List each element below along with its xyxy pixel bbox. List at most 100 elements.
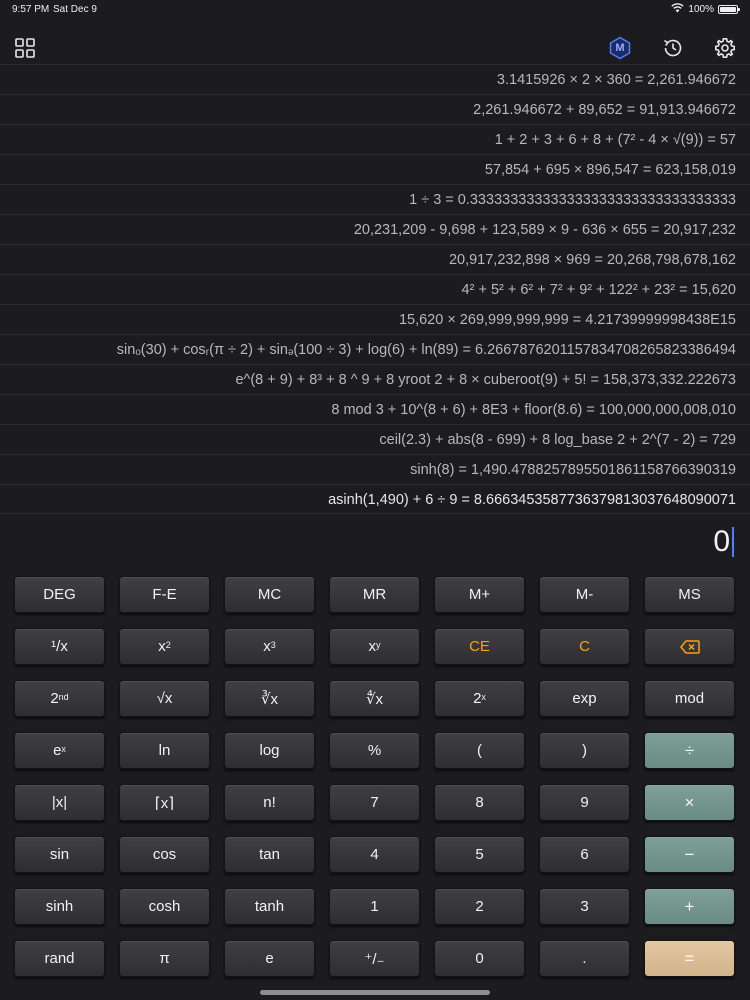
battery-icon bbox=[718, 5, 740, 14]
decimal-button[interactable]: . bbox=[539, 940, 630, 977]
history-entry[interactable]: asinh(1,490) + 6 ÷ 9 = 8.666345358773637… bbox=[0, 484, 750, 514]
sinh-button[interactable]: sinh bbox=[14, 888, 105, 925]
abs-button[interactable]: |x| bbox=[14, 784, 105, 821]
power-label: x bbox=[368, 638, 377, 655]
clear-entry-button[interactable]: CE bbox=[434, 628, 525, 665]
two-power-button[interactable]: 2x bbox=[434, 680, 525, 717]
cosh-button[interactable]: cosh bbox=[119, 888, 210, 925]
tan-button[interactable]: tan bbox=[224, 836, 315, 873]
history-entry[interactable]: sinh(8) = 1,490.478825789550186115876639… bbox=[0, 454, 750, 484]
divide-button[interactable]: ÷ bbox=[644, 732, 735, 769]
cube-sup: 3 bbox=[270, 639, 276, 650]
memory-label: M bbox=[615, 42, 625, 54]
euler-button[interactable]: e bbox=[224, 940, 315, 977]
two-power-label: 2 bbox=[473, 690, 482, 707]
yroot-button[interactable]: ∜x bbox=[329, 680, 420, 717]
multiply-button[interactable]: × bbox=[644, 784, 735, 821]
digit-7-button[interactable]: 7 bbox=[329, 784, 420, 821]
history-entry[interactable]: 8 mod 3 + 10^(8 + 6) + 8E3 + floor(8.6) … bbox=[0, 394, 750, 424]
power-sup: y bbox=[376, 639, 381, 650]
cos-button[interactable]: cos bbox=[119, 836, 210, 873]
status-time: 9:57 PM bbox=[12, 4, 50, 15]
display-value: 0 bbox=[713, 525, 730, 558]
cbrt-button[interactable]: ∛x bbox=[224, 680, 315, 717]
text-caret bbox=[732, 527, 734, 557]
history-entry[interactable]: 1 + 2 + 3 + 6 + 8 + (7² - 4 × √(9)) = 57 bbox=[0, 124, 750, 154]
ln-button[interactable]: ln bbox=[119, 732, 210, 769]
digit-2-button[interactable]: 2 bbox=[434, 888, 525, 925]
history-entry[interactable]: 4² + 5² + 6² + 7² + 9² + 122² + 23² = 15… bbox=[0, 274, 750, 304]
memory-recall-button[interactable]: MR bbox=[329, 576, 420, 613]
grid-icon[interactable] bbox=[12, 35, 38, 61]
e-power-label: e bbox=[53, 742, 62, 759]
history-entry[interactable]: 15,620 × 269,999,999,999 = 4.21739999998… bbox=[0, 304, 750, 334]
square-button[interactable]: x2 bbox=[119, 628, 210, 665]
e-power-button[interactable]: ex bbox=[14, 732, 105, 769]
status-date: Sat Dec 9 bbox=[53, 4, 97, 15]
percent-button[interactable]: % bbox=[329, 732, 420, 769]
history-entry[interactable]: e^(8 + 9) + 8³ + 8 ^ 9 + 8 yroot 2 + 8 ×… bbox=[0, 364, 750, 394]
digit-8-button[interactable]: 8 bbox=[434, 784, 525, 821]
result-display: 0 bbox=[713, 522, 734, 562]
wifi-icon bbox=[671, 3, 685, 16]
status-right: 100% bbox=[671, 3, 740, 16]
left-paren-button[interactable]: ( bbox=[434, 732, 525, 769]
digit-4-button[interactable]: 4 bbox=[329, 836, 420, 873]
history-entry[interactable]: ceil(2.3) + abs(8 - 699) + 8 log_base 2 … bbox=[0, 424, 750, 454]
memory-icon[interactable]: M bbox=[607, 35, 633, 61]
second-label: 2 bbox=[50, 690, 59, 707]
history-entry[interactable]: sinₒ(30) + cosᵣ(π ÷ 2) + sinₔ(100 ÷ 3) +… bbox=[0, 334, 750, 364]
reciprocal-button[interactable]: ¹/x bbox=[14, 628, 105, 665]
history-entry[interactable]: 20,231,209 - 9,698 + 123,589 × 9 - 636 ×… bbox=[0, 214, 750, 244]
factorial-button[interactable]: n! bbox=[224, 784, 315, 821]
minus-button[interactable]: − bbox=[644, 836, 735, 873]
two-power-sup: x bbox=[481, 691, 486, 702]
digit-1-button[interactable]: 1 bbox=[329, 888, 420, 925]
rand-button[interactable]: rand bbox=[14, 940, 105, 977]
e-power-sup: x bbox=[61, 743, 66, 754]
cube-label: x bbox=[263, 638, 271, 655]
floor-button[interactable]: ⌈x⌉ bbox=[119, 784, 210, 821]
fe-button[interactable]: F-E bbox=[119, 576, 210, 613]
sign-toggle-button[interactable]: ⁺/₋ bbox=[329, 940, 420, 977]
mod-button[interactable]: mod bbox=[644, 680, 735, 717]
backspace-icon bbox=[679, 639, 700, 654]
memory-add-button[interactable]: M+ bbox=[434, 576, 525, 613]
history-entry[interactable]: 57,854 + 695 × 896,547 = 623,158,019 bbox=[0, 154, 750, 184]
right-paren-button[interactable]: ) bbox=[539, 732, 630, 769]
pi-button[interactable]: π bbox=[119, 940, 210, 977]
digit-0-button[interactable]: 0 bbox=[434, 940, 525, 977]
second-function-button[interactable]: 2nd bbox=[14, 680, 105, 717]
home-indicator[interactable] bbox=[260, 990, 490, 995]
memory-store-button[interactable]: MS bbox=[644, 576, 735, 613]
history-entry[interactable]: 2,261.946672 + 89,652 = 91,913.946672 bbox=[0, 94, 750, 124]
memory-clear-button[interactable]: MC bbox=[224, 576, 315, 613]
history-entry[interactable]: 3.1415926 × 2 × 360 = 2,261.946672 bbox=[0, 64, 750, 94]
clear-button[interactable]: C bbox=[539, 628, 630, 665]
sqrt-button[interactable]: √x bbox=[119, 680, 210, 717]
cube-button[interactable]: x3 bbox=[224, 628, 315, 665]
equals-button[interactable]: = bbox=[644, 940, 735, 977]
plus-button[interactable]: + bbox=[644, 888, 735, 925]
digit-5-button[interactable]: 5 bbox=[434, 836, 525, 873]
sin-button[interactable]: sin bbox=[14, 836, 105, 873]
toolbar: M bbox=[0, 30, 750, 66]
digit-9-button[interactable]: 9 bbox=[539, 784, 630, 821]
digit-3-button[interactable]: 3 bbox=[539, 888, 630, 925]
history-entry[interactable]: 20,917,232,898 × 969 = 20,268,798,678,16… bbox=[0, 244, 750, 274]
second-sup: nd bbox=[58, 691, 69, 702]
square-label: x bbox=[158, 638, 166, 655]
digit-6-button[interactable]: 6 bbox=[539, 836, 630, 873]
history-entry[interactable]: 1 ÷ 3 = 0.333333333333333333333333333333… bbox=[0, 184, 750, 214]
battery-percent: 100% bbox=[688, 4, 714, 15]
keypad: DEG F-E MC MR M+ M- MS ¹/x x2 x3 xy CE C… bbox=[14, 576, 736, 977]
deg-button[interactable]: DEG bbox=[14, 576, 105, 613]
exp-button[interactable]: exp bbox=[539, 680, 630, 717]
backspace-button[interactable] bbox=[644, 628, 735, 665]
gear-icon[interactable] bbox=[712, 35, 738, 61]
log-button[interactable]: log bbox=[224, 732, 315, 769]
history-icon[interactable] bbox=[660, 35, 686, 61]
tanh-button[interactable]: tanh bbox=[224, 888, 315, 925]
memory-subtract-button[interactable]: M- bbox=[539, 576, 630, 613]
power-button[interactable]: xy bbox=[329, 628, 420, 665]
